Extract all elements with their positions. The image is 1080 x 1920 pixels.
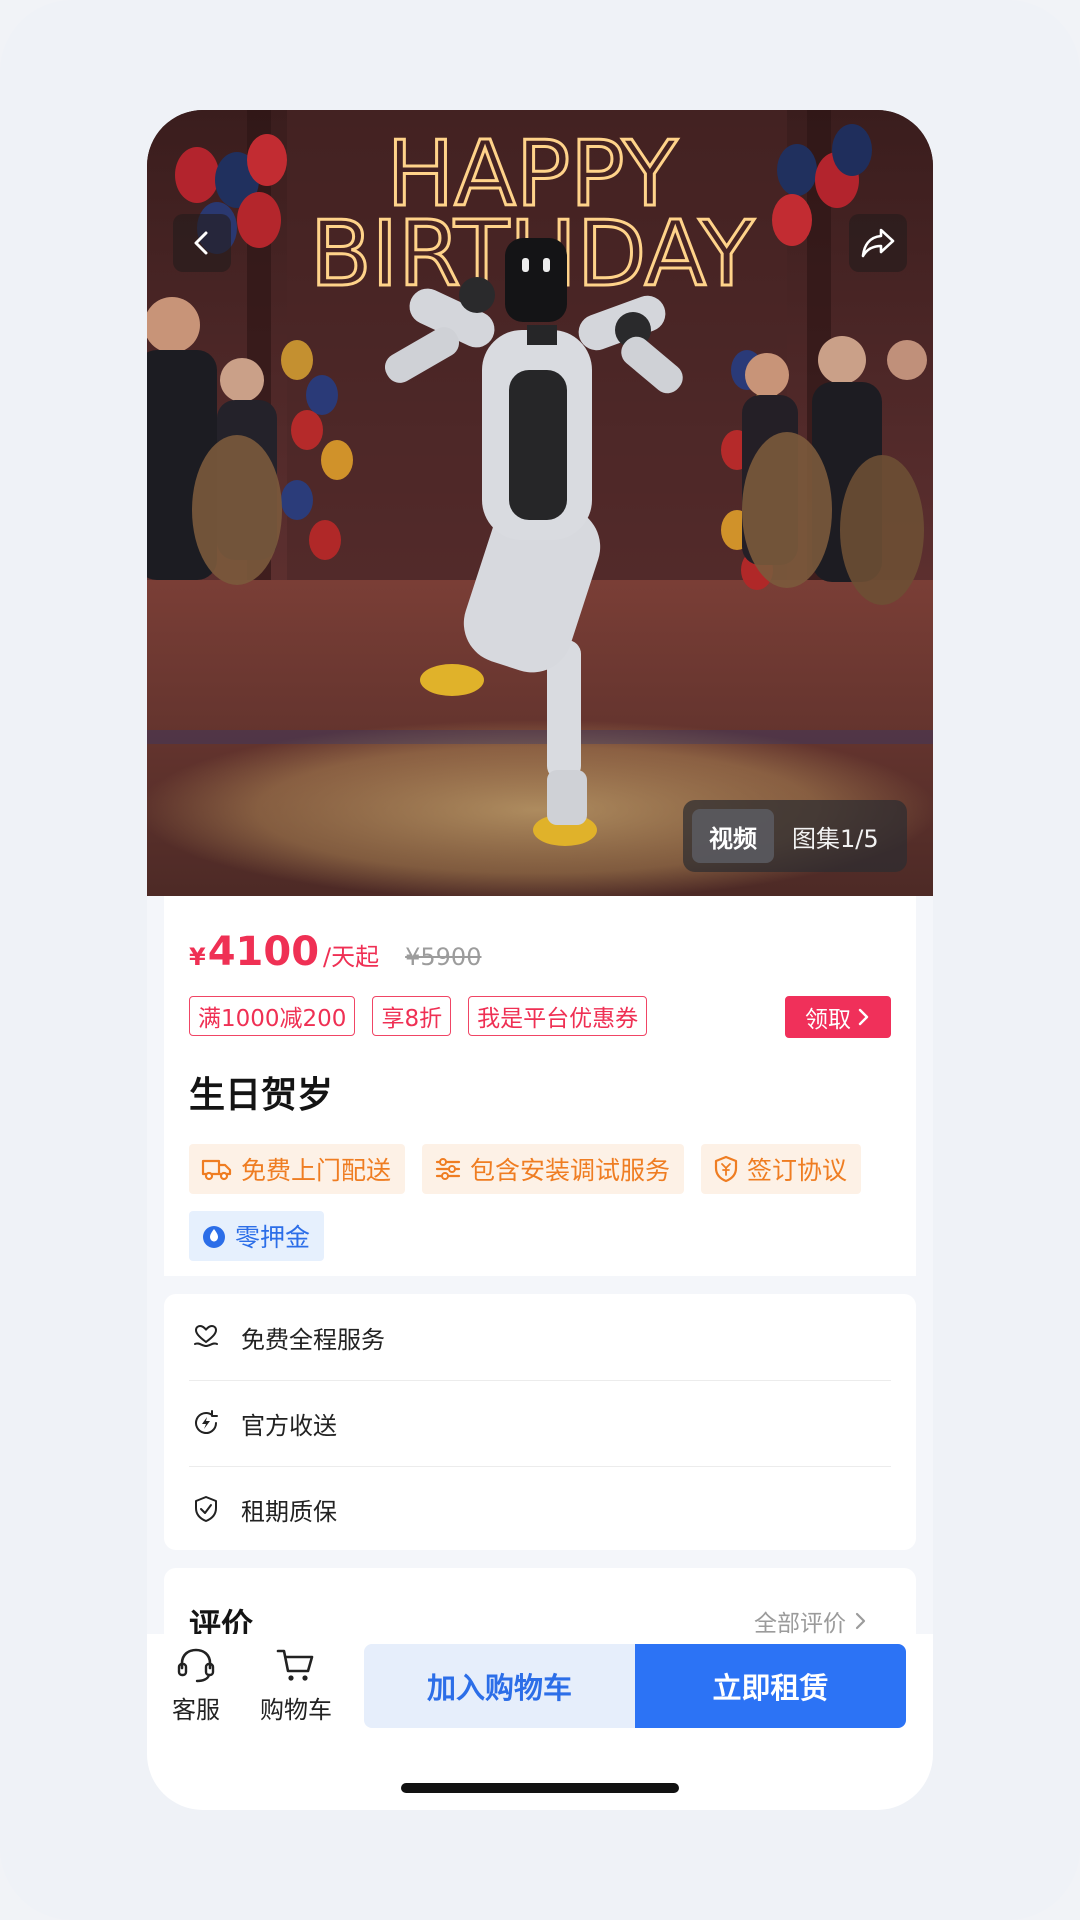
chevron-left-icon <box>194 231 208 255</box>
shield-check-icon <box>189 1492 223 1526</box>
cart-icon <box>276 1649 314 1681</box>
price-currency: ¥ <box>189 943 206 971</box>
service-label: 免费全程服务 <box>241 1325 385 1354</box>
cart-button[interactable]: 购物车 <box>256 1646 336 1725</box>
feature-label: 零押金 <box>235 1223 311 1252</box>
tab-video[interactable]: 视频 <box>692 809 774 863</box>
coupon-tag[interactable]: 我是平台优惠券 <box>468 996 648 1036</box>
claim-label: 领取 <box>805 1007 851 1033</box>
feature-agreement: 签订协议 <box>701 1144 862 1194</box>
service-label: 租期质保 <box>241 1497 337 1526</box>
phone-screen: HAPPY BIRTHDAY <box>147 110 933 1810</box>
rent-now-button[interactable]: 立即租赁 <box>635 1644 906 1728</box>
feature-tags-row-1: 免费上门配送 包含安装调试服务 签订协议 <box>189 1144 862 1194</box>
settings-sliders-icon <box>435 1158 461 1180</box>
service-item[interactable]: 免费全程服务 <box>189 1294 891 1380</box>
product-image-birthday-robot: HAPPY BIRTHDAY <box>147 110 933 896</box>
price-unit: /天起 <box>323 943 380 971</box>
chevron-right-icon <box>855 1612 866 1630</box>
coupon-list: 满1000减200 享8折 我是平台优惠券 <box>189 996 648 1036</box>
service-item[interactable]: 租期质保 <box>189 1466 891 1552</box>
feature-installation: 包含安装调试服务 <box>422 1144 685 1194</box>
cart-label: 购物车 <box>260 1696 332 1724</box>
drop-icon <box>203 1226 225 1248</box>
price-amount: 4100 <box>207 929 320 975</box>
customer-service-button[interactable]: 客服 <box>171 1646 221 1725</box>
heart-hand-icon <box>189 1320 223 1354</box>
service-label: 官方收送 <box>241 1411 337 1440</box>
add-to-cart-button[interactable]: 加入购物车 <box>364 1644 635 1728</box>
guests-right <box>742 336 927 605</box>
device-frame: HAPPY BIRTHDAY <box>0 0 1080 1920</box>
shield-yen-icon <box>714 1155 738 1183</box>
service-item[interactable]: 官方收送 <box>189 1380 891 1466</box>
all-reviews-label: 全部评价 <box>754 1611 846 1637</box>
all-reviews-link[interactable]: 全部评价 <box>754 1604 868 1638</box>
feature-tags-row-2: 零押金 <box>189 1211 325 1261</box>
service-list-card: 免费全程服务 官方收送 租期质保 <box>164 1294 916 1550</box>
original-price: ¥5900 <box>405 943 482 971</box>
home-indicator[interactable] <box>401 1783 679 1793</box>
feature-label: 签订协议 <box>747 1156 848 1185</box>
customer-service-label: 客服 <box>172 1696 220 1724</box>
product-info-card: ¥ 4100 /天起 ¥5900 满1000减200 享8折 我是平台优惠券 领… <box>164 896 916 1276</box>
coupon-tag[interactable]: 享8折 <box>372 996 452 1036</box>
back-button[interactable] <box>173 214 231 272</box>
refresh-lightning-icon <box>189 1406 223 1440</box>
media-switch: 视频 图集1/5 <box>683 800 907 872</box>
share-button[interactable] <box>849 214 907 272</box>
feature-free-delivery: 免费上门配送 <box>189 1144 406 1194</box>
feature-label: 包含安装调试服务 <box>470 1156 671 1185</box>
coupon-tag[interactable]: 满1000减200 <box>189 996 356 1036</box>
product-title: 生日贺岁 <box>189 1075 334 1116</box>
feature-zero-deposit: 零押金 <box>189 1211 325 1261</box>
feature-label: 免费上门配送 <box>241 1156 392 1185</box>
product-media-hero[interactable]: HAPPY BIRTHDAY <box>147 110 933 896</box>
claim-coupon-button[interactable]: 领取 <box>785 996 891 1038</box>
truck-icon <box>201 1159 232 1181</box>
share-icon <box>861 228 895 258</box>
headset-icon <box>177 1648 215 1683</box>
chevron-right-icon <box>858 1008 869 1026</box>
price-row: ¥ 4100 /天起 ¥5900 <box>189 929 481 975</box>
tab-gallery[interactable]: 图集1/5 <box>792 819 879 854</box>
